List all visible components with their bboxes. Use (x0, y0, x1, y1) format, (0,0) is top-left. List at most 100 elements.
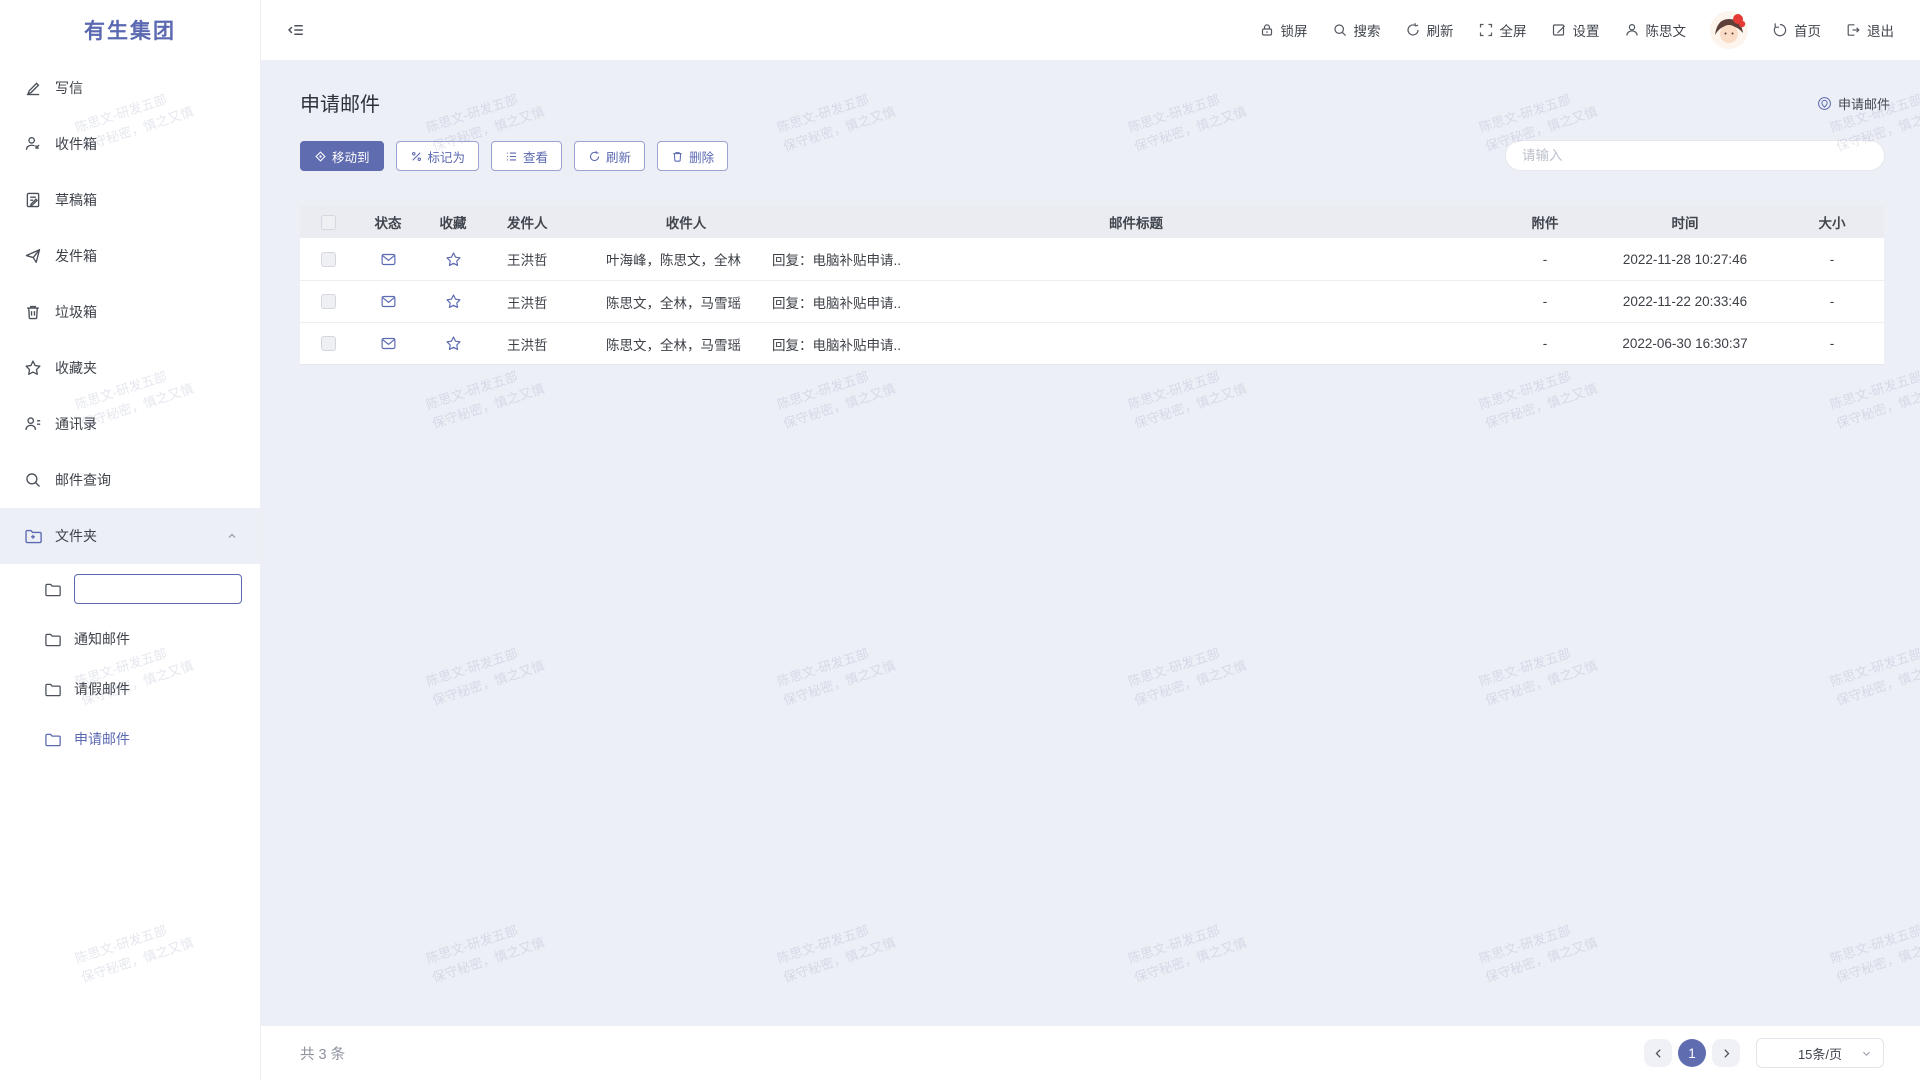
lock-label: 锁屏 (1281, 20, 1308, 40)
delete-label: 删除 (689, 147, 714, 166)
main-content: 申请邮件 申请邮件 移动到 标记为 查看 刷新 删除 状态 收藏 (261, 60, 1920, 1080)
refresh-list-button[interactable]: 刷新 (574, 141, 645, 171)
attachment-cell: - (1500, 336, 1590, 351)
logout-button[interactable]: 退出 (1845, 20, 1894, 40)
view-list-icon (505, 150, 518, 163)
sidebar-item-favorites[interactable]: 收藏夹 (0, 340, 260, 396)
trash-icon (671, 150, 684, 163)
home-button[interactable]: 首页 (1772, 20, 1821, 40)
search-label: 搜索 (1354, 20, 1381, 40)
time-cell: 2022-11-28 10:27:46 (1590, 252, 1780, 267)
lock-screen-button[interactable]: 锁屏 (1259, 20, 1308, 40)
subject-cell: 回复：电脑补贴申请.. (770, 292, 1500, 312)
select-all-checkbox[interactable] (321, 215, 336, 230)
avatar[interactable] (1710, 11, 1748, 49)
prev-page-button[interactable] (1644, 1039, 1672, 1067)
sidebar-item-trash[interactable]: 垃圾箱 (0, 284, 260, 340)
breadcrumb: 申请邮件 (1817, 94, 1890, 113)
move-to-label: 移动到 (332, 147, 370, 166)
sidebar-item-label: 垃圾箱 (55, 302, 97, 322)
next-page-button[interactable] (1712, 1039, 1740, 1067)
collapse-sidebar-icon[interactable] (287, 21, 305, 39)
sidebar-item-compose[interactable]: 写信 (0, 60, 260, 116)
mail-status-icon (380, 251, 397, 268)
sidebar-item-label: 发件箱 (55, 246, 97, 266)
page-number[interactable]: 1 (1678, 1039, 1706, 1067)
sidebar-item-drafts[interactable]: 草稿箱 (0, 172, 260, 228)
recipients-cell: 陈思文，全林，马雪瑶 (602, 292, 770, 312)
folder-icon (44, 631, 61, 648)
row-checkbox[interactable] (321, 252, 336, 267)
topbar-actions: 锁屏 搜索 刷新 全屏 设置 陈思文 (1259, 11, 1895, 49)
subject-cell: 回复：电脑补贴申请.. (770, 249, 1500, 269)
sender-cell: 王洪哲 (486, 292, 602, 312)
pagination-bar: 共 3 条 1 15条/页 (261, 1026, 1920, 1080)
new-folder-input[interactable] (74, 574, 242, 604)
sidebar-item-label: 通讯录 (55, 414, 97, 434)
star-icon[interactable] (445, 293, 462, 310)
header-attachment: 附件 (1500, 212, 1590, 232)
user-icon (1624, 22, 1640, 38)
star-icon[interactable] (445, 251, 462, 268)
search-icon (1332, 22, 1348, 38)
sidebar-item-label: 收件箱 (55, 134, 97, 154)
table-row[interactable]: 王洪哲 陈思文，全林，马雪瑶 回复：电脑补贴申请.. - 2022-11-22 … (300, 280, 1884, 322)
header-favorite: 收藏 (420, 212, 486, 232)
current-user[interactable]: 陈思文 (1624, 20, 1687, 40)
table-row[interactable]: 王洪哲 叶海峰，陈思文，全林 回复：电脑补贴申请.. - 2022-11-28 … (300, 238, 1884, 280)
mail-search-input[interactable] (1505, 140, 1885, 171)
folder-plus-icon (24, 527, 42, 545)
size-cell: - (1780, 252, 1884, 267)
folder-item-notice[interactable]: 通知邮件 (0, 614, 260, 664)
refresh-button[interactable]: 刷新 (1405, 20, 1454, 40)
recipients-cell: 叶海峰，陈思文，全林 (602, 249, 770, 269)
star-icon[interactable] (445, 335, 462, 352)
sidebar-item-mail-search[interactable]: 邮件查询 (0, 452, 260, 508)
total-count: 共 3 条 (300, 1043, 345, 1064)
sidebar-item-sent[interactable]: 发件箱 (0, 228, 260, 284)
mark-as-button[interactable]: 标记为 (396, 141, 480, 171)
page-size-value: 15条/页 (1798, 1044, 1842, 1063)
mark-as-icon (410, 150, 423, 163)
mail-status-icon (380, 293, 397, 310)
folder-item-leave[interactable]: 请假邮件 (0, 664, 260, 714)
refresh-icon (588, 150, 601, 163)
sidebar-item-inbox[interactable]: 收件箱 (0, 116, 260, 172)
view-button[interactable]: 查看 (491, 141, 562, 171)
sidebar-item-contacts[interactable]: 通讯录 (0, 396, 260, 452)
logout-icon (1845, 22, 1861, 38)
trash-icon (24, 303, 42, 321)
home-label: 首页 (1794, 20, 1821, 40)
recipients-cell: 陈思文，全林，马雪瑶 (602, 334, 770, 354)
view-label: 查看 (523, 147, 548, 166)
new-folder-row (0, 564, 260, 614)
sidebar-item-folders[interactable]: 文件夹 (0, 508, 260, 564)
settings-icon (1551, 22, 1567, 38)
topbar: 锁屏 搜索 刷新 全屏 设置 陈思文 (261, 0, 1920, 60)
folder-item-application[interactable]: 申请邮件 (0, 714, 260, 764)
home-return-icon (1772, 22, 1788, 38)
delete-button[interactable]: 删除 (657, 141, 728, 171)
settings-button[interactable]: 设置 (1551, 20, 1600, 40)
refresh-label: 刷新 (606, 147, 631, 166)
row-checkbox[interactable] (321, 294, 336, 309)
header-sender: 发件人 (486, 212, 602, 232)
inbox-icon (24, 135, 42, 153)
pager: 1 15条/页 (1644, 1038, 1884, 1068)
folder-icon (44, 681, 61, 698)
page-size-select[interactable]: 15条/页 (1756, 1038, 1884, 1068)
chevron-up-icon[interactable] (226, 530, 238, 542)
header-size: 大小 (1780, 212, 1884, 232)
fullscreen-button[interactable]: 全屏 (1478, 20, 1527, 40)
breadcrumb-label: 申请邮件 (1838, 94, 1890, 113)
move-to-button[interactable]: 移动到 (300, 141, 384, 171)
table-row[interactable]: 王洪哲 陈思文，全林，马雪瑶 回复：电脑补贴申请.. - 2022-06-30 … (300, 322, 1884, 364)
header-status: 状态 (356, 212, 420, 232)
row-checkbox[interactable] (321, 336, 336, 351)
sender-cell: 王洪哲 (486, 334, 602, 354)
folder-subtree: 通知邮件 请假邮件 申请邮件 (0, 564, 260, 764)
fullscreen-icon (1478, 22, 1494, 38)
table-header: 状态 收藏 发件人 收件人 邮件标题 附件 时间 大小 (300, 206, 1884, 238)
move-to-icon (314, 150, 327, 163)
global-search-button[interactable]: 搜索 (1332, 20, 1381, 40)
